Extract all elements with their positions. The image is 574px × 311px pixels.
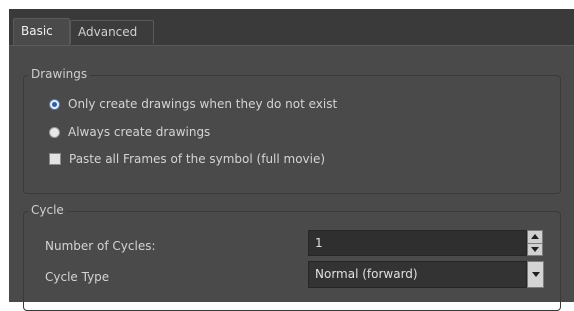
drawings-group: Drawings Only create drawings when they … xyxy=(23,67,561,194)
basic-panel: Drawings Only create drawings when they … xyxy=(9,45,574,311)
radio-selected-dot xyxy=(52,101,57,107)
paste-all-frames-checkbox[interactable] xyxy=(49,153,61,165)
only-create-drawings-radio[interactable] xyxy=(49,98,60,110)
arrow-up-icon xyxy=(531,234,539,240)
drawings-group-title: Drawings xyxy=(28,67,91,81)
cycle-type-select[interactable]: Normal (forward) xyxy=(308,261,527,288)
always-create-drawings-label: Always create drawings xyxy=(68,125,211,139)
paste-all-frames-label: Paste all Frames of the symbol (full mov… xyxy=(69,152,326,166)
cycle-group-title: Cycle xyxy=(28,203,67,217)
only-create-drawings-option[interactable]: Only create drawings when they do not ex… xyxy=(49,97,337,111)
number-of-cycles-stepper[interactable] xyxy=(527,230,543,256)
tab-bar: Basic Advanced xyxy=(9,9,574,46)
arrow-down-icon xyxy=(531,246,539,252)
chevron-down-icon xyxy=(531,272,540,277)
cycle-type-label: Cycle Type xyxy=(45,270,110,284)
tab-advanced[interactable]: Advanced xyxy=(70,20,154,44)
number-of-cycles-label: Number of Cycles: xyxy=(45,239,156,253)
increment-button[interactable] xyxy=(528,231,542,243)
cycle-type-dropdown-button[interactable] xyxy=(527,261,544,288)
always-create-drawings-radio[interactable] xyxy=(49,126,60,138)
decrement-button[interactable] xyxy=(528,242,542,256)
only-create-drawings-label: Only create drawings when they do not ex… xyxy=(68,97,338,111)
import-options-dialog: Basic Advanced Drawings Only create draw… xyxy=(9,9,574,311)
paste-all-frames-option[interactable]: Paste all Frames of the symbol (full mov… xyxy=(49,152,325,166)
always-create-drawings-option[interactable]: Always create drawings xyxy=(49,125,210,139)
number-of-cycles-input[interactable]: 1 xyxy=(308,230,527,256)
cycle-group: Cycle Number of Cycles: 1 Cycle Type Nor… xyxy=(23,203,561,311)
tab-basic[interactable]: Basic xyxy=(13,18,70,46)
